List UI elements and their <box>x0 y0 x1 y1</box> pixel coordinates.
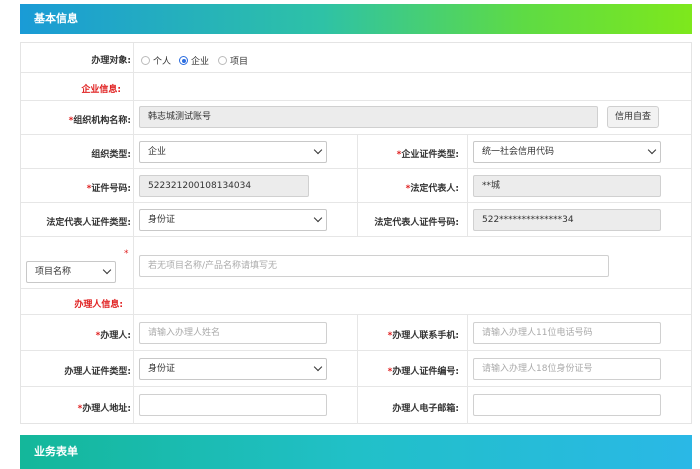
business-form-header: 业务表单 <box>20 435 692 469</box>
agent-address-label: *办理人地址: <box>77 404 131 414</box>
agent-email-label: 办理人电子邮箱: <box>392 404 459 414</box>
org-name-label: *组织机构名称: <box>68 116 131 126</box>
enterprise-section-row: 企业信息: <box>21 73 691 101</box>
legal-rep-field[interactable]: **城 <box>473 175 661 197</box>
basic-info-title: 基本信息 <box>34 12 78 25</box>
agent-id-type-select[interactable]: 身份证 <box>139 358 327 380</box>
agent-email-input[interactable] <box>473 394 661 416</box>
radio-selected-icon <box>179 56 188 65</box>
required-mark: * <box>124 249 129 259</box>
agent-address-input[interactable] <box>139 394 327 416</box>
org-type-row: 组织类型: 企业 *企业证件类型: 统一社会信用代码 <box>21 135 691 169</box>
legal-id-no-field[interactable]: 522**************34 <box>473 209 661 231</box>
chevron-down-icon <box>647 145 657 155</box>
handle-target-row: 办理对象: 个人 企业 项目 <box>21 43 691 73</box>
cert-no-field[interactable]: 522321200108134034 <box>139 175 309 197</box>
agent-phone-input[interactable]: 请输入办理人11位电话号码 <box>473 322 661 344</box>
credit-check-button[interactable]: 信用自查 <box>607 106 659 128</box>
project-name-input[interactable]: 若无项目名称/产品名称请填写无 <box>139 255 609 277</box>
cert-type-label: *企业证件类型: <box>396 150 459 160</box>
legal-id-no-label: 法定代表人证件号码: <box>374 218 459 228</box>
project-row: 项目名称 * 若无项目名称/产品名称请填写无 <box>21 237 691 289</box>
radio-project[interactable]: 项目 <box>218 54 248 67</box>
chevron-down-icon <box>313 145 323 155</box>
cert-no-label: *证件号码: <box>86 184 131 194</box>
chevron-down-icon <box>313 213 323 223</box>
project-type-select[interactable]: 项目名称 <box>26 261 116 283</box>
agent-address-row: *办理人地址: 办理人电子邮箱: <box>21 387 691 424</box>
legal-id-type-select[interactable]: 身份证 <box>139 209 327 231</box>
org-name-row: *组织机构名称: 韩志城测试账号 信用自查 <box>21 101 691 135</box>
radio-personal[interactable]: 个人 <box>141 54 171 67</box>
basic-info-form: 办理对象: 个人 企业 项目 企业信息: *组织机构名称: 韩志城测试账号 信用… <box>20 42 692 424</box>
agent-row: *办理人: 请输入办理人姓名 *办理人联系手机: 请输入办理人11位电话号码 <box>21 315 691 351</box>
radio-circle-icon <box>218 56 227 65</box>
org-type-label: 组织类型: <box>91 150 131 160</box>
chevron-down-icon <box>102 265 112 275</box>
legal-rep-label: *法定代表人: <box>405 184 459 194</box>
enterprise-section-label: 企业信息: <box>81 85 121 95</box>
org-type-select[interactable]: 企业 <box>139 141 327 163</box>
chevron-down-icon <box>313 362 323 372</box>
basic-info-header: 基本信息 <box>20 4 692 34</box>
handle-target-label: 办理对象: <box>91 56 131 66</box>
agent-name-input[interactable]: 请输入办理人姓名 <box>139 322 327 344</box>
agent-id-no-input[interactable]: 请输入办理人18位身份证号 <box>473 358 661 380</box>
agent-section-label: 办理人信息: <box>74 300 123 310</box>
agent-id-row: 办理人证件类型: 身份证 *办理人证件编号: 请输入办理人18位身份证号 <box>21 351 691 387</box>
agent-id-no-label: *办理人证件编号: <box>387 367 459 377</box>
agent-id-type-label: 办理人证件类型: <box>64 367 131 377</box>
legal-id-row: 法定代表人证件类型: 身份证 法定代表人证件号码: 522***********… <box>21 203 691 237</box>
business-form-title: 业务表单 <box>34 445 78 458</box>
legal-id-type-label: 法定代表人证件类型: <box>46 218 131 228</box>
agent-phone-label: *办理人联系手机: <box>387 331 459 341</box>
org-name-field[interactable]: 韩志城测试账号 <box>139 106 598 128</box>
cert-no-row: *证件号码: 522321200108134034 *法定代表人: **城 <box>21 169 691 203</box>
radio-enterprise[interactable]: 企业 <box>179 54 209 67</box>
radio-circle-icon <box>141 56 150 65</box>
agent-label: *办理人: <box>95 331 131 341</box>
cert-type-select[interactable]: 统一社会信用代码 <box>473 141 661 163</box>
agent-section-row: 办理人信息: <box>21 289 691 315</box>
